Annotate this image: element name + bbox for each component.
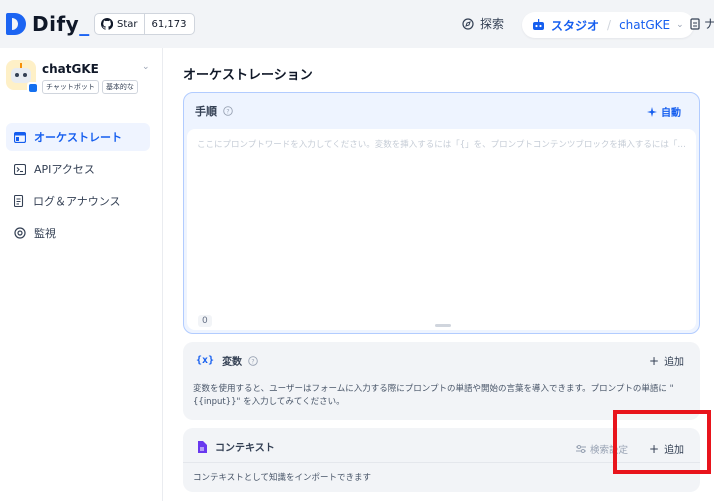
logo-text: Dify_ [32, 12, 90, 36]
chevron-down-icon[interactable]: ⌄ [676, 20, 684, 30]
prompt-editor[interactable]: ここにプロンプトワードを入力してください。変数を挿入するには「{」を、プロンプト… [187, 129, 696, 330]
dify-logo[interactable]: Dify_ [6, 12, 90, 36]
github-icon [101, 18, 113, 30]
plus-icon: + [649, 353, 660, 368]
file-icon [198, 440, 207, 453]
terminal-icon [14, 163, 26, 175]
chevron-down-icon[interactable]: ⌄ [142, 62, 150, 72]
orchestrate-icon [14, 131, 26, 143]
nav-extra-label: ナ [704, 17, 714, 31]
app-type-tag: チャットボット [42, 80, 99, 94]
nav-studio-label: スタジオ [551, 18, 600, 33]
app-mode-tag: 基本的な [101, 80, 138, 94]
instructions-card: 手順 ? 自動 ここにプロンプトワードを入力してください。変数を挿入するには「{… [183, 92, 700, 334]
sidebar-menu: オーケストレート APIアクセス ログ＆アナウンス 監視 [6, 123, 150, 251]
prompt-placeholder: ここにプロンプトワードを入力してください。変数を挿入するには「{」を、プロンプト… [197, 140, 687, 150]
add-variable-label: 追加 [664, 357, 685, 368]
add-variable-button[interactable]: + 追加 [649, 353, 685, 369]
nav-extra[interactable]: ナ [690, 15, 714, 32]
app-name: chatGKE [42, 62, 99, 76]
sidebar-item-orchestrate[interactable]: オーケストレート [6, 123, 150, 151]
highlight-annotation [613, 410, 711, 474]
chatbot-badge-icon [27, 82, 39, 94]
log-icon [14, 195, 24, 207]
auto-generate-button[interactable]: 自動 [647, 104, 681, 119]
sidebar-item-label: ログ＆アナウンス [33, 195, 121, 208]
dify-logo-icon [6, 13, 26, 35]
variables-title: 変数 [222, 357, 243, 368]
sidebar-item-label: オーケストレート [34, 131, 122, 144]
resize-handle[interactable] [435, 324, 451, 327]
nav-studio[interactable]: スタジオ / chatGKE ⌄ [522, 12, 694, 38]
top-bar: Dify_ Star 61,173 探索 スタジオ / chatGKE ⌄ ナ [0, 0, 714, 48]
document-icon [690, 17, 700, 30]
sidebar-item-label: APIアクセス [34, 163, 95, 176]
monitor-icon [14, 227, 26, 239]
sidebar: chatGKE ⌄ チャットボット 基本的な オーケストレート APIアクセス … [0, 48, 163, 501]
auto-generate-label: 自動 [661, 108, 681, 119]
variable-icon: {x} [196, 355, 215, 366]
nav-explore[interactable]: 探索 [462, 15, 504, 32]
nav-explore-label: 探索 [480, 17, 505, 31]
page-title: オーケストレーション [183, 68, 313, 83]
help-circle-icon[interactable]: ? [248, 355, 258, 366]
breadcrumb-separator: / [607, 18, 612, 32]
github-star-label: Star [117, 18, 138, 30]
github-star-count: 61,173 [151, 18, 187, 30]
sidebar-item-api-access[interactable]: APIアクセス [6, 155, 150, 183]
current-app-name[interactable]: chatGKE [619, 18, 670, 32]
context-description: コンテキストとして知識をインポートできます [193, 473, 371, 483]
help-circle-icon[interactable]: ? [223, 106, 233, 116]
github-star-button[interactable]: Star 61,173 [94, 13, 195, 35]
sidebar-item-logs[interactable]: ログ＆アナウンス [6, 187, 150, 215]
instructions-title: 手順 [195, 105, 217, 118]
context-title: コンテキスト [215, 443, 275, 454]
variables-description: 変数を使用すると、ユーザーはフォームに入力する際にプロンプトの単語や開始の言葉を… [193, 384, 674, 407]
svg-text:?: ? [251, 358, 254, 365]
sidebar-item-label: 監視 [34, 227, 56, 240]
settings-sliders-icon [576, 445, 586, 453]
sidebar-item-monitor[interactable]: 監視 [6, 219, 150, 247]
robot-icon [533, 19, 544, 30]
app-header[interactable]: chatGKE ⌄ チャットボット 基本的な [6, 60, 156, 96]
char-count: 0 [198, 315, 212, 327]
sparkle-icon [647, 106, 657, 117]
compass-icon [462, 17, 474, 30]
variables-card: {x} 変数 ? + 追加 変数を使用すると、ユーザーはフォームに入力する際にプ… [183, 342, 700, 420]
svg-text:?: ? [226, 108, 229, 115]
